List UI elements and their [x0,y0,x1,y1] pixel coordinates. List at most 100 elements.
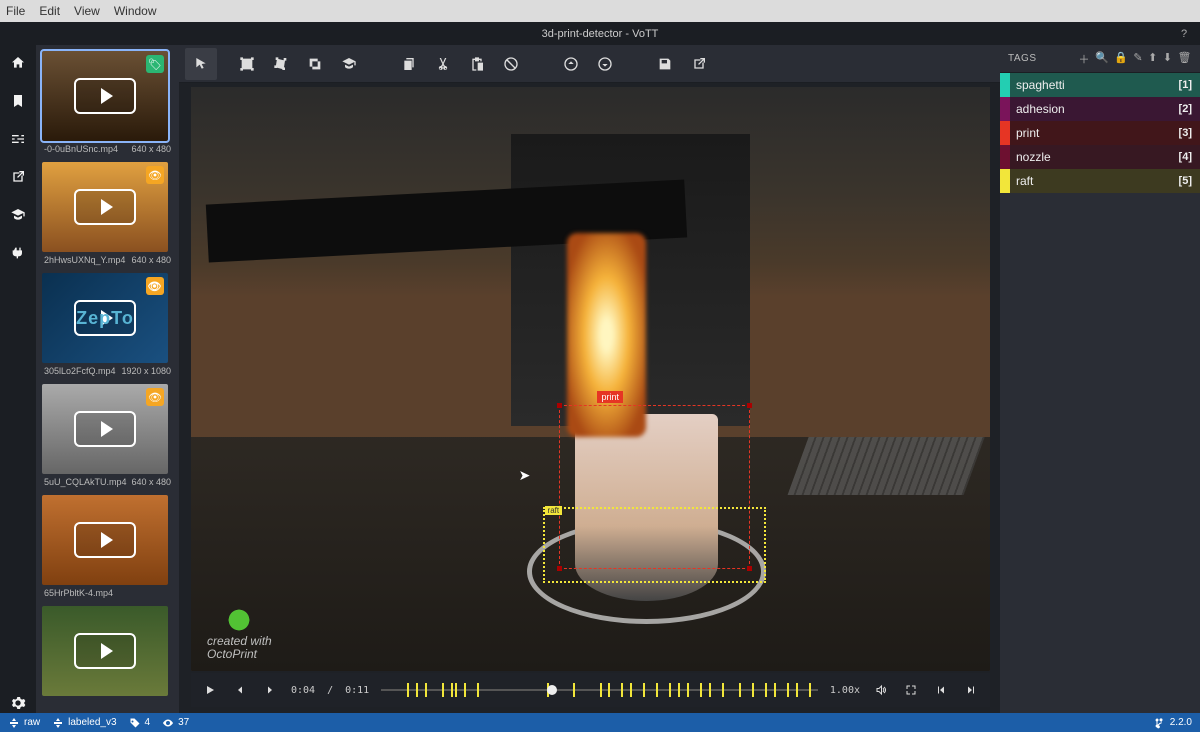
thumb-dims: 640 x 480 [131,144,171,154]
bbox-print-label: print [597,391,623,403]
thumb-tag-icon: 🏷 [146,55,164,73]
copy-rect-tool[interactable] [299,48,331,80]
clear-button[interactable] [495,48,527,80]
tag-add-icon[interactable]: ＋ [1078,51,1090,67]
polygon-tool[interactable] [265,48,297,80]
menu-edit[interactable]: Edit [39,4,60,18]
thumbnail-item[interactable]: ZepTo 👁 305lLo2FcfQ.mp4 1920 x 1080 [42,273,173,376]
thumb-dims: 640 x 480 [131,255,171,265]
tag-row[interactable]: nozzle [4] [1000,145,1200,169]
menu-view[interactable]: View [74,4,100,18]
connections-icon[interactable] [8,243,28,263]
thumb-filename: 65HrPbltK-4.mp4 [44,588,113,598]
next-frame-button[interactable] [261,681,279,699]
thumb-filename: 305lLo2FcfQ.mp4 [44,366,116,376]
tag-delete-icon[interactable]: 🗑 [1178,51,1192,67]
thumbnail-item[interactable]: 👁 2hHwsUXNq_Y.mp4 640 x 480 [42,162,173,265]
thumb-filename: 2hHwsUXNq_Y.mp4 [44,255,125,265]
play-overlay-icon [74,189,136,225]
thumb-dims: 1920 x 1080 [121,366,171,376]
copy-button[interactable] [393,48,425,80]
visited-count: 37 [162,717,189,729]
octoprint-logo-icon [217,607,261,633]
tag-name: spaghetti [1010,78,1179,92]
tag-lock-icon[interactable]: 🔒 [1114,51,1128,67]
cut-button[interactable] [427,48,459,80]
tag-swatch [1000,73,1010,97]
active-learning-icon[interactable] [8,205,28,225]
auto-detect-tool[interactable] [333,48,365,80]
bbox-raft[interactable]: raft [543,507,767,583]
home-icon[interactable] [8,53,28,73]
window-title: 3d-print-detector - VoTT [542,28,659,40]
source-connection[interactable]: raw [8,717,40,729]
play-button[interactable] [201,681,219,699]
sliders-icon[interactable] [8,129,28,149]
timeline-knob[interactable] [547,685,557,695]
settings-icon[interactable] [8,693,28,713]
prev-frame-button[interactable] [231,681,249,699]
play-overlay-icon [74,411,136,447]
thumbnail-item[interactable]: 65HrPbltK-4.mp4 [42,495,173,598]
thumbnail-item[interactable] [42,606,173,699]
tag-swatch [1000,145,1010,169]
thumbnail-panel[interactable]: 🏷 -0-0uBnUSnc.mp4 640 x 480 👁 2hHwsUXNq_… [36,45,179,713]
tag-row[interactable]: print [3] [1000,121,1200,145]
thumbnail-item[interactable]: 👁 5uU_CQLAkTU.mp4 640 x 480 [42,384,173,487]
export-project-button[interactable] [683,48,715,80]
main-area: 🏷 -0-0uBnUSnc.mp4 640 x 480 👁 2hHwsUXNq_… [0,45,1200,713]
thumb-visited-icon: 👁 [146,277,164,295]
prev-tagged-frame-button[interactable] [932,681,950,699]
tag-swatch [1000,121,1010,145]
tag-search-icon[interactable]: 🔍 [1095,51,1109,67]
fullscreen-button[interactable] [902,681,920,699]
tag-name: adhesion [1010,102,1179,116]
volume-button[interactable] [872,681,890,699]
time-duration: 0:11 [345,685,369,696]
watermark: created with OctoPrint [207,607,272,661]
thumb-filename: 5uU_CQLAkTU.mp4 [44,477,127,487]
tag-down-icon[interactable]: ⬇ [1163,51,1173,67]
play-overlay-icon [74,633,136,669]
tag-up-icon[interactable]: ⬆ [1148,51,1158,67]
tag-row[interactable]: raft [5] [1000,169,1200,193]
export-icon[interactable] [8,167,28,187]
version-label[interactable]: 2.2.0 [1154,717,1192,729]
thumbnail-item[interactable]: 🏷 -0-0uBnUSnc.mp4 640 x 480 [42,51,173,154]
thumb-visited-icon: 👁 [146,166,164,184]
thumb-visited-icon: 👁 [146,388,164,406]
pointer-tool[interactable] [185,48,217,80]
next-tagged-frame-button[interactable] [962,681,980,699]
play-overlay-icon [74,522,136,558]
video-controls: 0:04 / 0:11 1.00x [191,673,990,707]
system-menubar: File Edit View Window [0,0,1200,22]
next-asset-button[interactable] [589,48,621,80]
thumb-dims: 640 x 480 [131,477,171,487]
help-icon[interactable]: ? [1176,26,1192,42]
playback-rate: 1.00x [830,685,860,696]
tag-hotkey: [3] [1179,127,1200,139]
menu-window[interactable]: Window [114,4,157,18]
play-overlay-icon [74,78,136,114]
tag-hotkey: [4] [1179,151,1200,163]
bookmark-icon[interactable] [8,91,28,111]
tag-row[interactable]: adhesion [2] [1000,97,1200,121]
tag-edit-icon[interactable]: ✎ [1133,51,1143,67]
video-frame: print raft ➤ created with OctoPrint [191,87,990,671]
tag-swatch [1000,169,1010,193]
timeline[interactable] [381,683,818,697]
save-button[interactable] [649,48,681,80]
target-connection[interactable]: labeled_v3 [52,717,116,729]
bbox-raft-label: raft [545,506,563,515]
menu-file[interactable]: File [6,4,25,18]
canvas[interactable]: print raft ➤ created with OctoPrint [179,83,1000,713]
prev-asset-button[interactable] [555,48,587,80]
tag-row[interactable]: spaghetti [1] [1000,73,1200,97]
tag-swatch [1000,97,1010,121]
nav-sidebar [0,45,36,713]
rectangle-tool[interactable] [231,48,263,80]
titlebar: 3d-print-detector - VoTT ? [0,22,1200,45]
tag-hotkey: [5] [1179,175,1200,187]
statusbar: raw labeled_v3 4 37 2.2.0 [0,713,1200,732]
paste-button[interactable] [461,48,493,80]
